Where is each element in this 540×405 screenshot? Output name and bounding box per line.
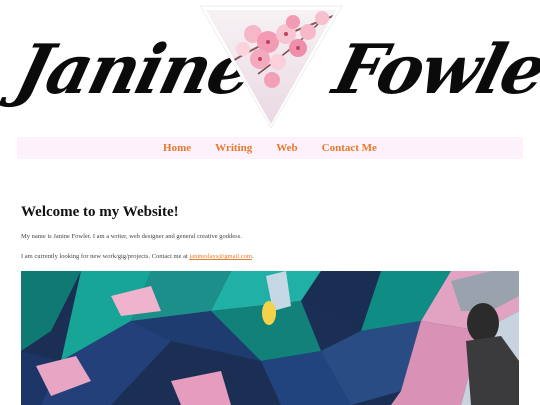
contact-prefix: I am currently looking for new work/gig/… — [21, 253, 190, 260]
contact-suffix: . — [251, 253, 254, 260]
main-navigation: Home Writing Web Contact Me — [17, 137, 523, 159]
graffiti-wall-photo — [21, 271, 519, 405]
page-heading: Welcome to my Website! — [21, 204, 179, 220]
intro-text: My name is Janine Fowler. I am a writer,… — [21, 233, 242, 240]
contact-text: I am currently looking for new work/gig/… — [21, 253, 254, 260]
cherry-blossom-triangle-logo — [199, 5, 343, 129]
main-content: Welcome to my Website! My name is Janine… — [21, 204, 519, 260]
site-title-last-name: Fowler — [326, 30, 540, 110]
nav-item-home[interactable]: Home — [163, 142, 191, 154]
email-link[interactable]: janineslays@gmail.com — [189, 253, 252, 260]
nav-item-web[interactable]: Web — [276, 142, 297, 154]
nav-item-contact-me[interactable]: Contact Me — [322, 142, 377, 154]
nav-item-writing[interactable]: Writing — [215, 142, 252, 154]
site-header: Janine Fowler — [0, 0, 540, 135]
